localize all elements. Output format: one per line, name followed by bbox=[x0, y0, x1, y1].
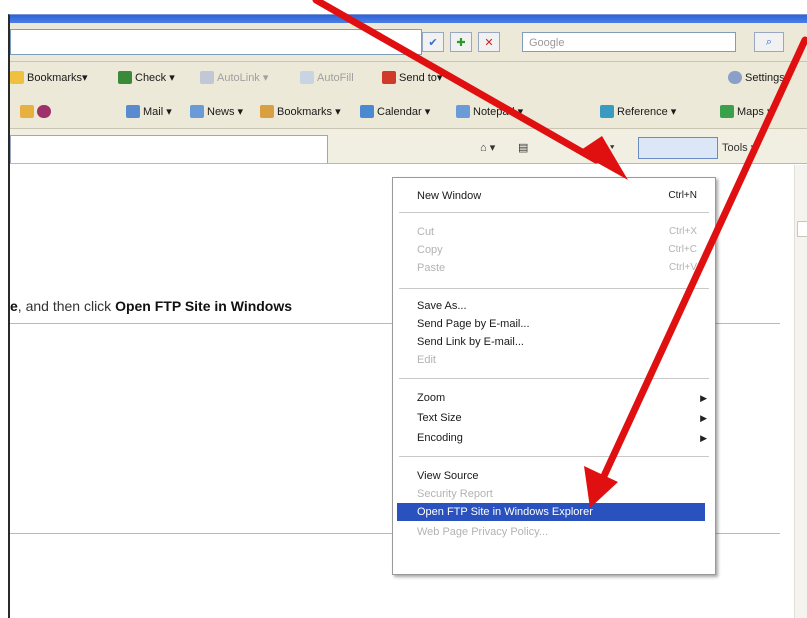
menu-item-cut: Cut bbox=[417, 226, 435, 238]
settings-label: Settings▾ bbox=[745, 72, 791, 84]
menu-item-security-report: Security Report bbox=[417, 488, 493, 500]
scroll-thumb[interactable] bbox=[797, 221, 807, 237]
address-input[interactable] bbox=[10, 29, 422, 55]
tools-menu[interactable]: Tools ▾ bbox=[722, 141, 756, 154]
submenu-arrow-icon: ▶ bbox=[700, 433, 707, 443]
bookmarks2-label: Bookmarks ▾ bbox=[277, 106, 341, 118]
folder-icon bbox=[20, 105, 34, 118]
menu-item-privacy-policy: Web Page Privacy Policy... bbox=[417, 526, 549, 538]
autofill-button[interactable]: AutoFill bbox=[300, 71, 354, 84]
settings-menu[interactable]: Settings▾ bbox=[728, 71, 790, 84]
add-icon[interactable]: ✚ bbox=[450, 32, 472, 52]
calendar-label: Calendar ▾ bbox=[377, 106, 431, 118]
mail-label: Mail ▾ bbox=[143, 106, 172, 118]
mail-menu[interactable]: Mail ▾ bbox=[126, 105, 172, 118]
send-to-menu[interactable]: Send to▾ bbox=[382, 71, 442, 84]
menu-item-paste: Paste bbox=[417, 262, 446, 274]
toolbar-icons[interactable] bbox=[20, 105, 51, 118]
menu-item-edit: Edit bbox=[417, 354, 436, 366]
notepad-label: Notepad ▾ bbox=[473, 106, 524, 118]
menu-item-zoom[interactable]: Zoom bbox=[417, 390, 445, 406]
search-input[interactable]: Google bbox=[522, 32, 736, 52]
instruction-lead: e bbox=[10, 298, 18, 314]
go-icon[interactable]: ✔ bbox=[422, 32, 444, 52]
shortcut-copy: Ctrl+C bbox=[668, 244, 697, 255]
stop-icon[interactable]: ✕ bbox=[478, 32, 500, 52]
shortcut-new-window: Ctrl+N bbox=[668, 190, 697, 201]
maps-icon bbox=[720, 105, 734, 118]
reference-menu[interactable]: Reference ▾ bbox=[600, 105, 676, 118]
bookmarks-menu[interactable]: Bookmarks▾ bbox=[10, 71, 88, 84]
star-icon bbox=[10, 71, 24, 84]
tools-label: Tools ▾ bbox=[722, 142, 757, 154]
shortcut-paste: Ctrl+V bbox=[668, 262, 697, 273]
menu-item-view-source[interactable]: View Source bbox=[417, 468, 479, 484]
menu-item-open-ftp[interactable]: Open FTP Site in Windows Explorer bbox=[417, 504, 593, 520]
search-icon[interactable]: ⌕ bbox=[754, 32, 784, 52]
news-icon bbox=[190, 105, 204, 118]
autolink-label: AutoLink ▾ bbox=[217, 72, 269, 84]
submenu-arrow-icon: ▶ bbox=[700, 413, 707, 423]
autofill-icon bbox=[300, 71, 314, 84]
maps-menu[interactable]: Maps ▾ bbox=[720, 105, 772, 118]
autofill-label: AutoFill bbox=[317, 71, 354, 84]
autolink-menu[interactable]: AutoLink ▾ bbox=[200, 71, 268, 84]
google-toolbar: Bookmarks▾ Check ▾ AutoLink ▾ AutoFill S… bbox=[10, 62, 807, 96]
send-to-label: Send to▾ bbox=[399, 72, 443, 84]
reference-icon bbox=[600, 105, 614, 118]
notepad-icon bbox=[456, 105, 470, 118]
calendar-icon bbox=[360, 105, 374, 118]
menu-item-send-page[interactable]: Send Page by E-mail... bbox=[417, 316, 530, 332]
menu-separator bbox=[399, 212, 709, 213]
menu-item-encoding[interactable]: Encoding bbox=[417, 430, 463, 446]
spellcheck-icon bbox=[118, 71, 132, 84]
notepad-menu[interactable]: Notepad ▾ bbox=[456, 105, 523, 118]
instruction-middle: , and then click bbox=[17, 298, 116, 314]
menu-separator bbox=[399, 288, 709, 289]
menu-item-save-as[interactable]: Save As... bbox=[417, 298, 467, 314]
news-label: News ▾ bbox=[207, 106, 244, 118]
messenger-icon bbox=[37, 105, 51, 118]
menu-item-text-size[interactable]: Text Size bbox=[417, 410, 462, 426]
check-label: Check ▾ bbox=[135, 72, 175, 84]
command-bar: ⌂ ▾ ▤ ⎙ ▾ Tools ▾ bbox=[10, 129, 807, 164]
page-menu-button[interactable] bbox=[638, 137, 718, 159]
menu-item-new-window[interactable]: New Window bbox=[417, 188, 481, 204]
shortcut-cut: Ctrl+X bbox=[668, 226, 697, 237]
bookmarks-label: Bookmarks▾ bbox=[27, 72, 88, 84]
vertical-scrollbar[interactable] bbox=[794, 165, 807, 618]
mail-icon bbox=[126, 105, 140, 118]
bookmarks-icon bbox=[260, 105, 274, 118]
links-toolbar: Mail ▾ News ▾ Bookmarks ▾ Calendar ▾ Not… bbox=[10, 96, 807, 129]
instruction-text: e, and then click Open FTP Site in Windo… bbox=[10, 298, 292, 314]
menu-separator bbox=[399, 456, 709, 457]
maps-label: Maps ▾ bbox=[737, 106, 773, 118]
menu-separator bbox=[399, 378, 709, 379]
feeds-icon[interactable]: ▤ bbox=[518, 141, 528, 154]
reference-label: Reference ▾ bbox=[617, 106, 677, 118]
home-icon[interactable]: ⌂ ▾ bbox=[480, 141, 495, 154]
calendar-menu[interactable]: Calendar ▾ bbox=[360, 105, 430, 118]
print-icon[interactable]: ⎙ ▾ bbox=[598, 141, 614, 154]
bookmarks2-menu[interactable]: Bookmarks ▾ bbox=[260, 105, 341, 118]
autolink-icon bbox=[200, 71, 214, 84]
tab-current[interactable] bbox=[10, 135, 328, 163]
submenu-arrow-icon: ▶ bbox=[700, 393, 707, 403]
menu-item-copy: Copy bbox=[417, 244, 443, 256]
title-bar bbox=[10, 15, 807, 23]
check-menu[interactable]: Check ▾ bbox=[118, 71, 175, 84]
send-icon bbox=[382, 71, 396, 84]
address-bar-row: ✔ ✚ ✕ Google ⌕ bbox=[10, 23, 807, 62]
page-dropdown-menu: New Window Ctrl+N Cut Ctrl+X Copy Ctrl+C… bbox=[392, 177, 716, 575]
instruction-bold: Open FTP Site in Windows bbox=[115, 298, 293, 314]
news-menu[interactable]: News ▾ bbox=[190, 105, 243, 118]
menu-item-send-link[interactable]: Send Link by E-mail... bbox=[417, 334, 524, 350]
settings-icon bbox=[728, 71, 742, 84]
